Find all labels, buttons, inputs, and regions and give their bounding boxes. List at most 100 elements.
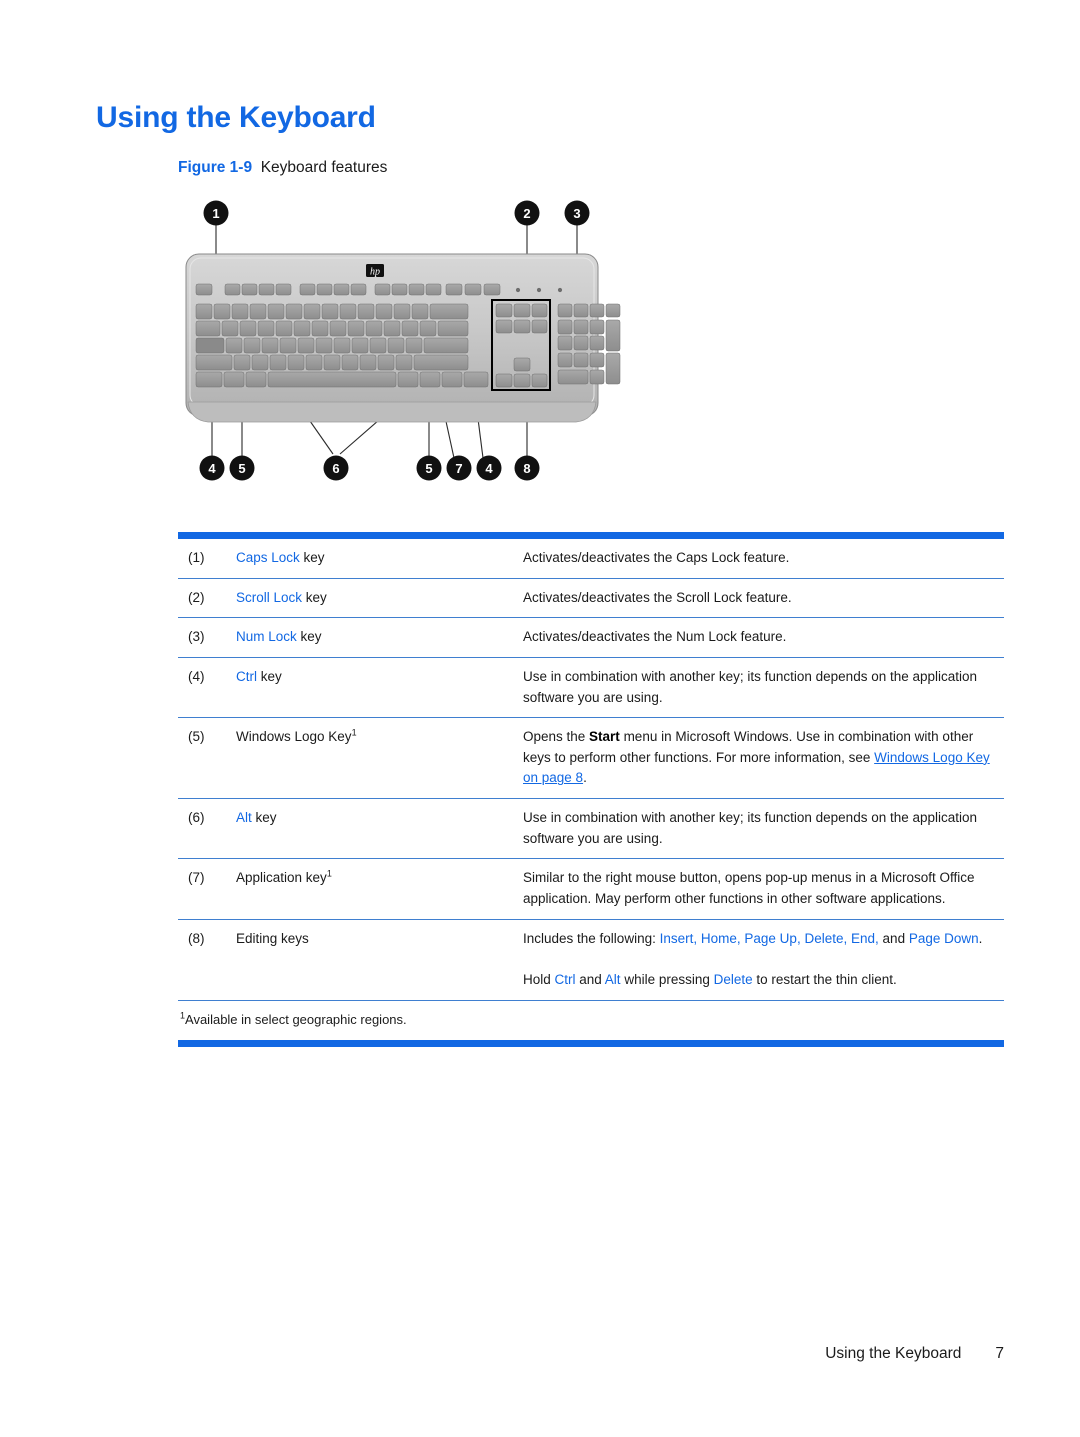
callout-4-right: 4	[476, 455, 502, 481]
key-link-insert[interactable]: Insert,	[660, 931, 698, 946]
figure-caption-text: Keyboard features	[260, 159, 388, 176]
row-description: Activates/deactivates the Num Lock featu…	[523, 627, 1004, 648]
key-name-link[interactable]: Num Lock	[236, 629, 297, 644]
keyboard-illustration: hp 1 2 3 4 5 6 5 7 4 8	[185, 200, 621, 481]
callout-5-left: 5	[229, 455, 255, 481]
row-number: (7)	[188, 870, 205, 886]
footer-section-title: Using the Keyboard	[825, 1345, 962, 1362]
row-description: Use in combination with another key; its…	[523, 808, 1004, 849]
key-link-home[interactable]: Home,	[701, 931, 741, 946]
callout-6: 6	[323, 455, 349, 481]
description-text: Use in combination with another key; its…	[523, 810, 978, 846]
desc-segment: and	[575, 972, 605, 988]
desc-segment: and	[878, 930, 909, 946]
row-description: Opens the Start menu in Microsoft Window…	[523, 727, 1004, 789]
key-name-suffix: key	[257, 668, 282, 684]
desc-segment: .	[583, 770, 587, 786]
row-number: (5)	[188, 729, 205, 745]
table-bottom-rule	[178, 1039, 1004, 1047]
row-number: (4)	[188, 668, 205, 684]
table-row: (1) Caps Lock key Activates/deactivates …	[178, 539, 1004, 579]
row-feature-name: Alt key	[236, 808, 523, 828]
key-name-link[interactable]: Scroll Lock	[236, 590, 302, 605]
key-link-alt[interactable]: Alt	[605, 972, 621, 987]
start-menu-emphasis: Start	[589, 729, 620, 745]
key-name-suffix: key	[251, 810, 277, 826]
key-link-page-down[interactable]: Page Down	[909, 931, 979, 946]
page-title: Using the Keyboard	[96, 101, 376, 134]
key-name-link[interactable]: Ctrl	[236, 669, 257, 684]
table-row: (6) Alt key Use in combination with anot…	[178, 799, 1004, 860]
key-link-delete[interactable]: Delete,	[804, 931, 847, 946]
row-feature-name: Application key1	[236, 868, 523, 888]
row-number: (3)	[188, 629, 205, 645]
row-feature-name: Caps Lock key	[236, 548, 523, 568]
row-feature-name: Editing keys	[236, 929, 523, 949]
key-link-ctrl[interactable]: Ctrl	[555, 972, 576, 987]
key-name-suffix: key	[299, 550, 325, 565]
row-number: (2)	[188, 589, 205, 605]
row-description: Use in combination with another key; its…	[523, 667, 1004, 708]
callout-2: 2	[514, 200, 540, 226]
callout-3: 3	[564, 200, 590, 226]
key-name-suffix: key	[296, 629, 322, 645]
key-name-link[interactable]: Alt	[236, 810, 252, 825]
keyboard-figure: hp 1 2 3 4 5 6 5 7 4 8	[178, 196, 698, 486]
row-number: (6)	[188, 810, 205, 826]
callout-7: 7	[446, 455, 472, 481]
footer-page-number: 7	[995, 1345, 1004, 1362]
desc-segment: .	[978, 930, 983, 946]
key-link-page-up[interactable]: Page Up,	[744, 931, 800, 946]
svg-text:4: 4	[208, 461, 216, 476]
document-page: Using the Keyboard Figure 1-9 Keyboard f…	[0, 0, 1080, 1437]
row-number: (1)	[188, 550, 205, 565]
row-feature-name: Ctrl key	[236, 667, 523, 687]
key-name-text: Application key	[236, 870, 327, 886]
table-row: (3) Num Lock key Activates/deactivates t…	[178, 618, 1004, 658]
table-row: (4) Ctrl key Use in combination with ano…	[178, 658, 1004, 719]
desc-segment: Hold	[523, 972, 555, 988]
row-description: Includes the following: Insert, Home, Pa…	[523, 929, 1004, 991]
description-text: Activates/deactivates the Scroll Lock fe…	[523, 589, 792, 605]
table-top-rule	[178, 532, 1004, 539]
desc-segment: to restart the thin client.	[752, 972, 897, 988]
key-link-delete-2[interactable]: Delete	[714, 972, 753, 987]
keyboard-features-table: (1) Caps Lock key Activates/deactivates …	[178, 532, 1004, 1047]
footnote-marker: 1	[351, 727, 357, 738]
row-feature-name: Windows Logo Key1	[236, 727, 523, 747]
svg-text:2: 2	[523, 206, 530, 221]
svg-text:7: 7	[455, 461, 462, 476]
table-row: (7) Application key1 Similar to the righ…	[178, 859, 1004, 920]
description-text: Activates/deactivates the Num Lock featu…	[523, 629, 787, 645]
svg-text:8: 8	[523, 461, 530, 476]
callout-1: 1	[203, 200, 229, 226]
table-row: (5) Windows Logo Key1 Opens the Start me…	[178, 718, 1004, 800]
desc-segment: Includes the following:	[523, 930, 660, 946]
description-text: Activates/deactivates the Caps Lock feat…	[523, 550, 790, 565]
page-footer: Using the Keyboard 7	[0, 1345, 1080, 1363]
description-text: Use in combination with another key; its…	[523, 668, 978, 705]
svg-text:hp: hp	[370, 267, 380, 278]
key-name-link[interactable]: Caps Lock	[236, 550, 300, 565]
table-row: (2) Scroll Lock key Activates/deactivate…	[178, 579, 1004, 619]
restart-instruction: Hold Ctrl and Alt while pressing Delete …	[523, 970, 992, 991]
footnote-marker: 1	[326, 868, 332, 879]
svg-text:6: 6	[332, 461, 339, 476]
svg-text:1: 1	[212, 206, 219, 221]
hp-logo-icon: hp	[366, 264, 384, 278]
row-description: Similar to the right mouse button, opens…	[523, 868, 1004, 909]
desc-segment: while pressing	[620, 972, 714, 988]
row-description: Activates/deactivates the Scroll Lock fe…	[523, 588, 1004, 609]
svg-text:5: 5	[238, 461, 245, 476]
callout-5-right: 5	[416, 455, 442, 481]
callout-8: 8	[514, 455, 540, 481]
figure-caption: Figure 1-9 Keyboard features	[178, 159, 387, 177]
key-name-suffix: key	[302, 589, 327, 605]
key-link-end[interactable]: End,	[851, 931, 879, 946]
footnote-text: Available in select geographic regions.	[185, 1011, 407, 1027]
table-row: (8) Editing keys Includes the following:…	[178, 920, 1004, 1001]
figure-label: Figure 1-9	[178, 159, 253, 176]
svg-text:3: 3	[573, 206, 580, 221]
svg-text:5: 5	[425, 461, 432, 476]
callout-4-left: 4	[199, 455, 225, 481]
